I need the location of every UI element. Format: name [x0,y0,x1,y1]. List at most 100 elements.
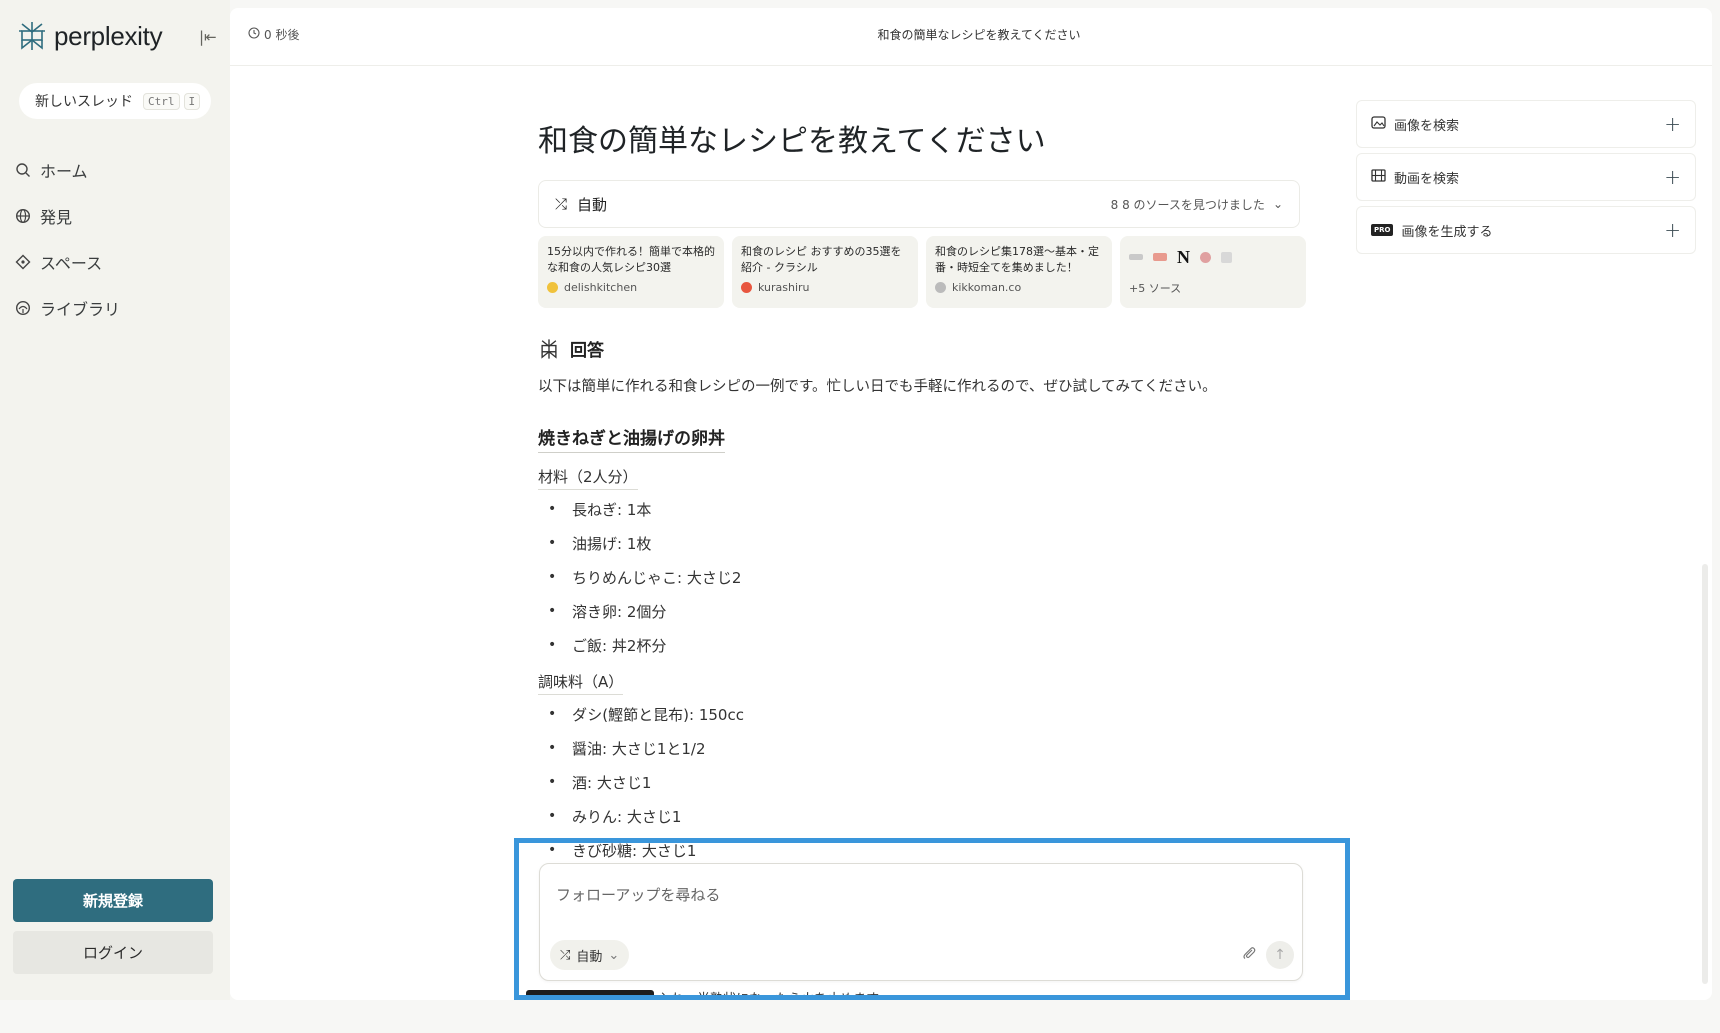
question-title: 和食の簡単なレシピを教えてください [538,124,1046,159]
pro-badge-icon: PRO [1371,224,1394,236]
notion-icon: N [1177,246,1190,267]
new-thread-button[interactable]: 新しいスレッド Ctrl I [19,83,211,119]
perplexity-answer-icon [541,338,557,359]
list-item: みりん: 大さじ1 [548,799,744,833]
signup-button[interactable]: 新規登録 [13,879,213,922]
list-item: 油揚げ: 1枚 [548,526,741,560]
arrow-up-icon: ↑ [1274,947,1286,963]
seasoning-heading: 調味料（A） [538,671,624,695]
answer-intro: 以下は簡単に作れる和食レシピの一例です。忙しい日でも手軽に作れるので、ぜひ試して… [538,379,1217,395]
sources-count[interactable]: 8 8 のソースを見つけました ⌄ [1111,196,1283,213]
list-item: 長ねぎ: 1本 [548,492,741,526]
answer-header: 回答 [538,336,604,361]
seasoning-list: ダシ(鰹節と昆布): 150cc 醤油: 大さじ1と1/2 酒: 大さじ1 みり… [548,697,744,867]
followup-box: ⤮ 自動 ⌄ ↑ [539,863,1303,981]
recipe-title: 焼きねぎと油揚げの卵丼 [538,424,725,453]
source-site-name: delishkitchen [564,281,638,294]
app-root: perplexity |⇤ 新しいスレッド Ctrl I ホーム 発見 スペース… [0,0,1720,1033]
video-search-button[interactable]: 動画を検索 + [1356,153,1696,201]
source-site: delishkitchen [547,281,715,294]
shortcut-hint: Ctrl I [143,92,201,110]
send-button[interactable]: ↑ [1266,941,1294,969]
search-mode-bar[interactable]: ⤮ 自動 8 8 のソースを見つけました ⌄ [538,180,1300,228]
shuffle-icon: ⤮ [555,195,568,213]
generate-image-button[interactable]: PRO 画像を生成する + [1356,206,1696,254]
favicon-icon [547,282,558,293]
list-item: ご飯: 丼2杯分 [548,628,741,662]
globe-icon [14,207,32,225]
source-title: 和食のレシピ集178選〜基本・定番・時短全てを集めました！ [935,245,1099,274]
sidebar-item-label: ライブラリ [40,300,121,319]
sidebar-item-label: スペース [40,254,103,273]
list-item: きび砂糖: 大さじ1 [548,833,744,867]
sidebar-item-label: ホーム [40,162,88,181]
logo[interactable]: perplexity [16,20,163,52]
attach-icon[interactable] [1242,946,1256,964]
favicon-icon [741,282,752,293]
source-card[interactable]: 和食のレシピ集178選〜基本・定番・時短全てを集めました！ kikkoman.c… [926,236,1112,308]
top-bar: 0 秒後 和食の簡単なレシピを教えてください [230,8,1712,66]
source-favicons: N [1129,244,1297,270]
list-item: ちりめんじゃこ: 大さじ2 [548,560,741,594]
video-search-label: 動画を検索 [1394,171,1460,187]
more-sources-card[interactable]: N +5 ソース [1120,236,1306,308]
tooltip [526,990,654,1000]
shortcut-key-i: I [183,92,201,110]
chevron-down-icon: ⌄ [1272,197,1283,211]
right-panel: 画像を検索 + 動画を検索 + PRO 画像を生成する + [1356,100,1696,259]
list-item: 酒: 大さじ1 [548,765,744,799]
sidebar-item-label: 発見 [40,208,73,227]
source-cards: 15分以内で作れる！簡単で本格的な和食の人気レシピ30選 delishkitch… [538,236,1306,308]
ingredients-list: 長ねぎ: 1本 油揚げ: 1枚 ちりめんじゃこ: 大さじ2 溶き卵: 2個分 ご… [548,492,741,662]
list-item: ダシ(鰹節と昆布): 150cc [548,697,744,731]
mode-indicator: ⤮ 自動 [555,194,607,215]
plus-icon: + [1664,112,1681,136]
home-search-icon [14,161,32,179]
thread-title: 和食の簡単なレシピを教えてください [877,28,1081,42]
brand-name: perplexity [54,20,163,51]
sidebar-item-discover[interactable]: 発見 [14,193,120,239]
login-button[interactable]: ログイン [13,931,213,974]
sidebar-item-library[interactable]: ライブラリ [14,285,120,331]
source-card[interactable]: 和食のレシピ おすすめの35選を紹介 - クラシル kurashiru [732,236,918,308]
sidebar: perplexity |⇤ 新しいスレッド Ctrl I ホーム 発見 スペース… [0,0,230,1000]
perplexity-logo-icon [19,22,45,50]
scrollbar[interactable] [1702,564,1708,984]
source-title: 15分以内で作れる！簡単で本格的な和食の人気レシピ30選 [547,245,715,274]
chevron-down-icon: ⌄ [608,947,620,963]
source-site-name: kurashiru [758,281,810,294]
list-item: 溶き卵: 2個分 [548,594,741,628]
source-site-name: kikkoman.co [952,281,1022,294]
list-item: 醤油: 大さじ1と1/2 [548,731,744,765]
followup-mode-label: 自動 [576,949,603,965]
image-search-button[interactable]: 画像を検索 + [1356,100,1696,148]
sidebar-item-home[interactable]: ホーム [14,147,120,193]
favicon-icon [935,282,946,293]
answer-label: 回答 [570,341,604,361]
image-search-icon [1371,115,1386,133]
favicon-icon [1153,253,1167,261]
source-title: 和食のレシピ おすすめの35選を紹介 - クラシル [741,245,902,274]
source-card[interactable]: 15分以内で作れる！簡単で本格的な和食の人気レシピ30選 delishkitch… [538,236,724,308]
sources-count-text: 8 8 のソースを見つけました [1110,197,1265,212]
shuffle-icon: ⤮ [560,947,571,963]
library-icon [14,299,32,317]
source-site: kurashiru [741,281,909,294]
sidebar-item-spaces[interactable]: スペース [14,239,120,285]
new-thread-label: 新しいスレッド [35,94,133,110]
mode-label: 自動 [577,195,608,214]
source-site: kikkoman.co [935,281,1103,294]
sidebar-nav: ホーム 発見 スペース ライブラリ [14,147,120,331]
image-search-label: 画像を検索 [1394,118,1460,134]
more-sources-label: +5 ソース [1129,282,1182,295]
favicon-icon [1129,254,1143,260]
followup-input[interactable] [556,886,1236,904]
spaces-icon [14,253,32,271]
generate-image-label: 画像を生成する [1401,224,1493,240]
ingredients-heading: 材料（2人分） [538,466,638,490]
collapse-sidebar-icon[interactable]: |⇤ [199,28,217,46]
followup-mode-selector[interactable]: ⤮ 自動 ⌄ [550,940,630,970]
shortcut-key-ctrl: Ctrl [143,92,180,110]
main-panel: 0 秒後 和食の簡単なレシピを教えてください 和食の簡単なレシピを教えてください… [230,8,1712,1000]
video-search-icon [1371,168,1386,186]
